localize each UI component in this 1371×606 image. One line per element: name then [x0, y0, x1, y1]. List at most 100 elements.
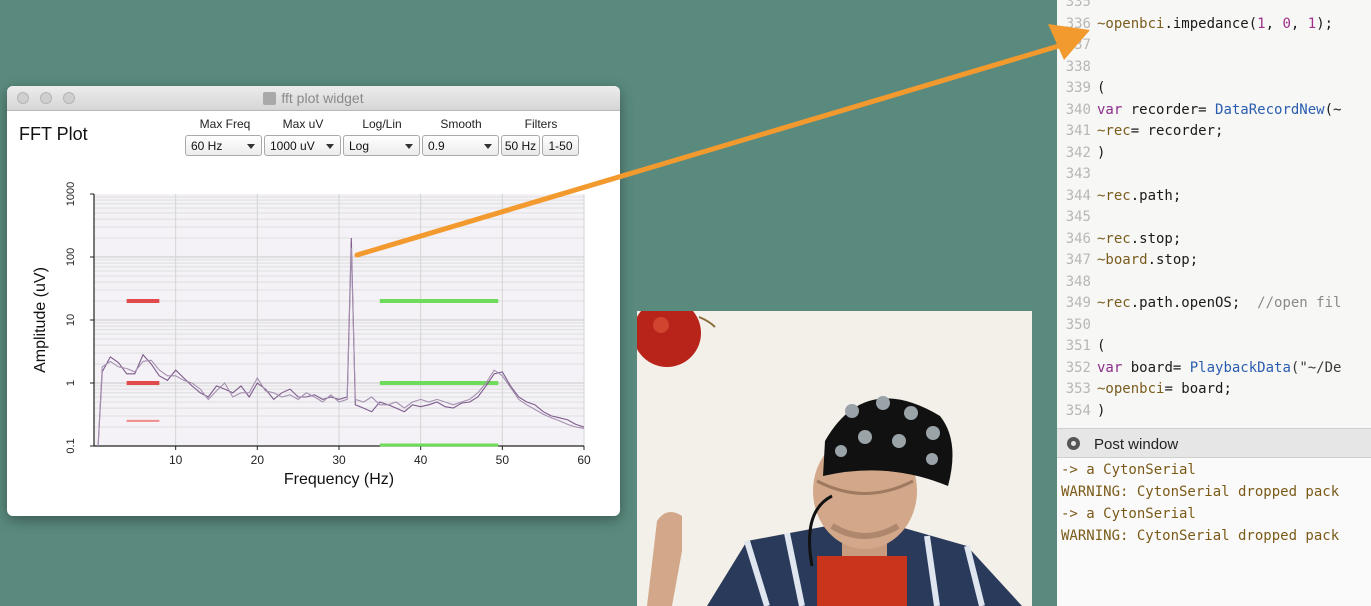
- code-token: var: [1097, 359, 1123, 376]
- code-token: recorder=: [1122, 101, 1216, 118]
- line-number: 339: [1065, 80, 1091, 96]
- code-token: (~: [1324, 101, 1342, 118]
- line-number: 343: [1065, 166, 1091, 182]
- code-line[interactable]: 336 ~openbci.impedance(1, 0, 1);: [1057, 16, 1333, 37]
- code-token: = recorder;: [1130, 123, 1224, 139]
- max-uv-value: 1000 uV: [270, 139, 315, 153]
- max-freq-select[interactable]: 60 Hz: [185, 135, 262, 156]
- post-window-header: Post window: [1057, 428, 1371, 458]
- code-line[interactable]: 342): [1057, 144, 1106, 166]
- chevron-down-icon: [484, 144, 492, 149]
- code-line[interactable]: 352 var board= PlaybackData("~/De: [1057, 359, 1342, 381]
- code-token: ): [1097, 402, 1106, 419]
- smooth-label: Smooth: [440, 117, 482, 131]
- x-tick-label: 10: [169, 453, 183, 467]
- code-line[interactable]: 353 ~openbci= board;: [1057, 381, 1232, 402]
- line-number: 349: [1065, 295, 1091, 311]
- code-token: .impedance(: [1164, 15, 1258, 32]
- window-title: fft plot widget: [7, 90, 620, 106]
- line-number: 348: [1065, 273, 1091, 290]
- filter-50hz-button[interactable]: 50 Hz: [501, 135, 540, 156]
- code-token: .stop;: [1147, 252, 1199, 268]
- line-number: 338: [1065, 58, 1091, 75]
- line-number: 342: [1065, 144, 1091, 161]
- line-number: 337: [1065, 37, 1091, 53]
- x-tick-label: 20: [251, 453, 265, 467]
- y-tick-label: 100: [65, 248, 77, 266]
- fft-plot-window: fft plot widget FFT Plot Max Freq Max uV…: [7, 86, 620, 516]
- x-axis-label: Frequency (Hz): [284, 471, 394, 488]
- y-axis-label: Amplitude (uV): [32, 267, 49, 373]
- document-icon: [263, 92, 277, 105]
- code-line[interactable]: 337: [1057, 37, 1097, 58]
- code-line[interactable]: 354): [1057, 402, 1106, 424]
- y-tick-label: 1: [65, 380, 77, 386]
- line-number: 351: [1065, 338, 1091, 354]
- x-tick-label: 60: [577, 453, 591, 467]
- code-line[interactable]: 347 ~board.stop;: [1057, 252, 1198, 273]
- fft-chart: 10 20 30 40 50 60 0.1 1 10 100 1000 Frequency (Hz) A…: [32, 182, 591, 488]
- y-tick-label: 10: [65, 314, 77, 326]
- code-token: .path.openOS;: [1130, 295, 1258, 311]
- code-line[interactable]: 346 ~rec.stop;: [1057, 230, 1182, 252]
- code-token: .stop;: [1130, 230, 1182, 247]
- line-number: 346: [1065, 230, 1091, 247]
- line-number: 350: [1065, 316, 1091, 333]
- code-token: ~openbci: [1097, 381, 1165, 397]
- webcam-video: [637, 311, 1032, 606]
- chevron-down-icon: [247, 144, 255, 149]
- code-line[interactable]: 350: [1057, 317, 1097, 338]
- code-token: ~rec: [1097, 187, 1131, 204]
- max-uv-select[interactable]: 1000 uV: [264, 135, 341, 156]
- code-line[interactable]: 345: [1057, 209, 1097, 230]
- window-title-text: fft plot widget: [281, 90, 364, 106]
- code-token: board=: [1122, 359, 1190, 376]
- code-token: ,: [1290, 15, 1308, 32]
- line-number: 352: [1065, 359, 1091, 376]
- chevron-down-icon: [405, 144, 413, 149]
- code-line[interactable]: 348: [1057, 274, 1097, 295]
- code-token: DataRecordNew: [1215, 101, 1325, 118]
- code-token: ~board: [1097, 252, 1148, 268]
- code-token: );: [1316, 15, 1334, 32]
- code-line[interactable]: 341 ~rec= recorder;: [1057, 123, 1224, 144]
- code-token: PlaybackData: [1189, 359, 1291, 376]
- code-token: 0: [1282, 15, 1291, 32]
- code-line[interactable]: 339 (: [1057, 80, 1106, 101]
- code-token: ): [1097, 144, 1106, 161]
- line-number: 354: [1065, 402, 1091, 419]
- code-line[interactable]: 343: [1057, 166, 1097, 187]
- code-line[interactable]: 344 ~rec.path;: [1057, 187, 1182, 209]
- post-line: -> a CytonSerial: [1061, 506, 1196, 522]
- code-line[interactable]: 338: [1057, 59, 1097, 80]
- window-titlebar[interactable]: fft plot widget: [7, 86, 620, 111]
- y-tick-label: 0.1: [65, 438, 77, 453]
- line-number: 347: [1065, 252, 1091, 268]
- code-token: ~rec: [1097, 295, 1131, 311]
- max-freq-value: 60 Hz: [191, 139, 223, 153]
- code-token: (: [1097, 80, 1106, 96]
- log-lin-select[interactable]: Log: [343, 135, 420, 156]
- max-uv-label: Max uV: [282, 117, 324, 131]
- smooth-select[interactable]: 0.9: [422, 135, 499, 156]
- code-token: ,: [1265, 15, 1283, 32]
- code-token: ("~/De: [1290, 359, 1342, 376]
- code-line[interactable]: 349 ~rec.path.openOS; //open fil: [1057, 295, 1342, 316]
- code-token: = board;: [1164, 381, 1232, 397]
- x-tick-label: 40: [414, 453, 428, 467]
- chevron-down-icon: [326, 144, 334, 149]
- post-line: WARNING: CytonSerial dropped pack: [1061, 528, 1340, 544]
- log-lin-value: Log: [349, 139, 370, 153]
- code-token: ~openbci: [1097, 15, 1165, 32]
- filter-1-50-button[interactable]: 1-50: [542, 135, 579, 156]
- line-number: 344: [1065, 187, 1091, 204]
- line-number: 336: [1065, 15, 1091, 32]
- code-line[interactable]: 340 var recorder= DataRecordNew(~: [1057, 101, 1342, 123]
- smooth-value: 0.9: [428, 139, 445, 153]
- code-line[interactable]: 351 (: [1057, 338, 1106, 359]
- code-token: (: [1097, 338, 1106, 354]
- code-token: 1: [1307, 15, 1317, 32]
- record-icon[interactable]: [1067, 437, 1080, 450]
- code-line[interactable]: 335: [1057, 0, 1097, 15]
- code-editor[interactable]: 335 336 ~openbci.impedance(1, 0, 1); 337 338…: [1057, 0, 1371, 428]
